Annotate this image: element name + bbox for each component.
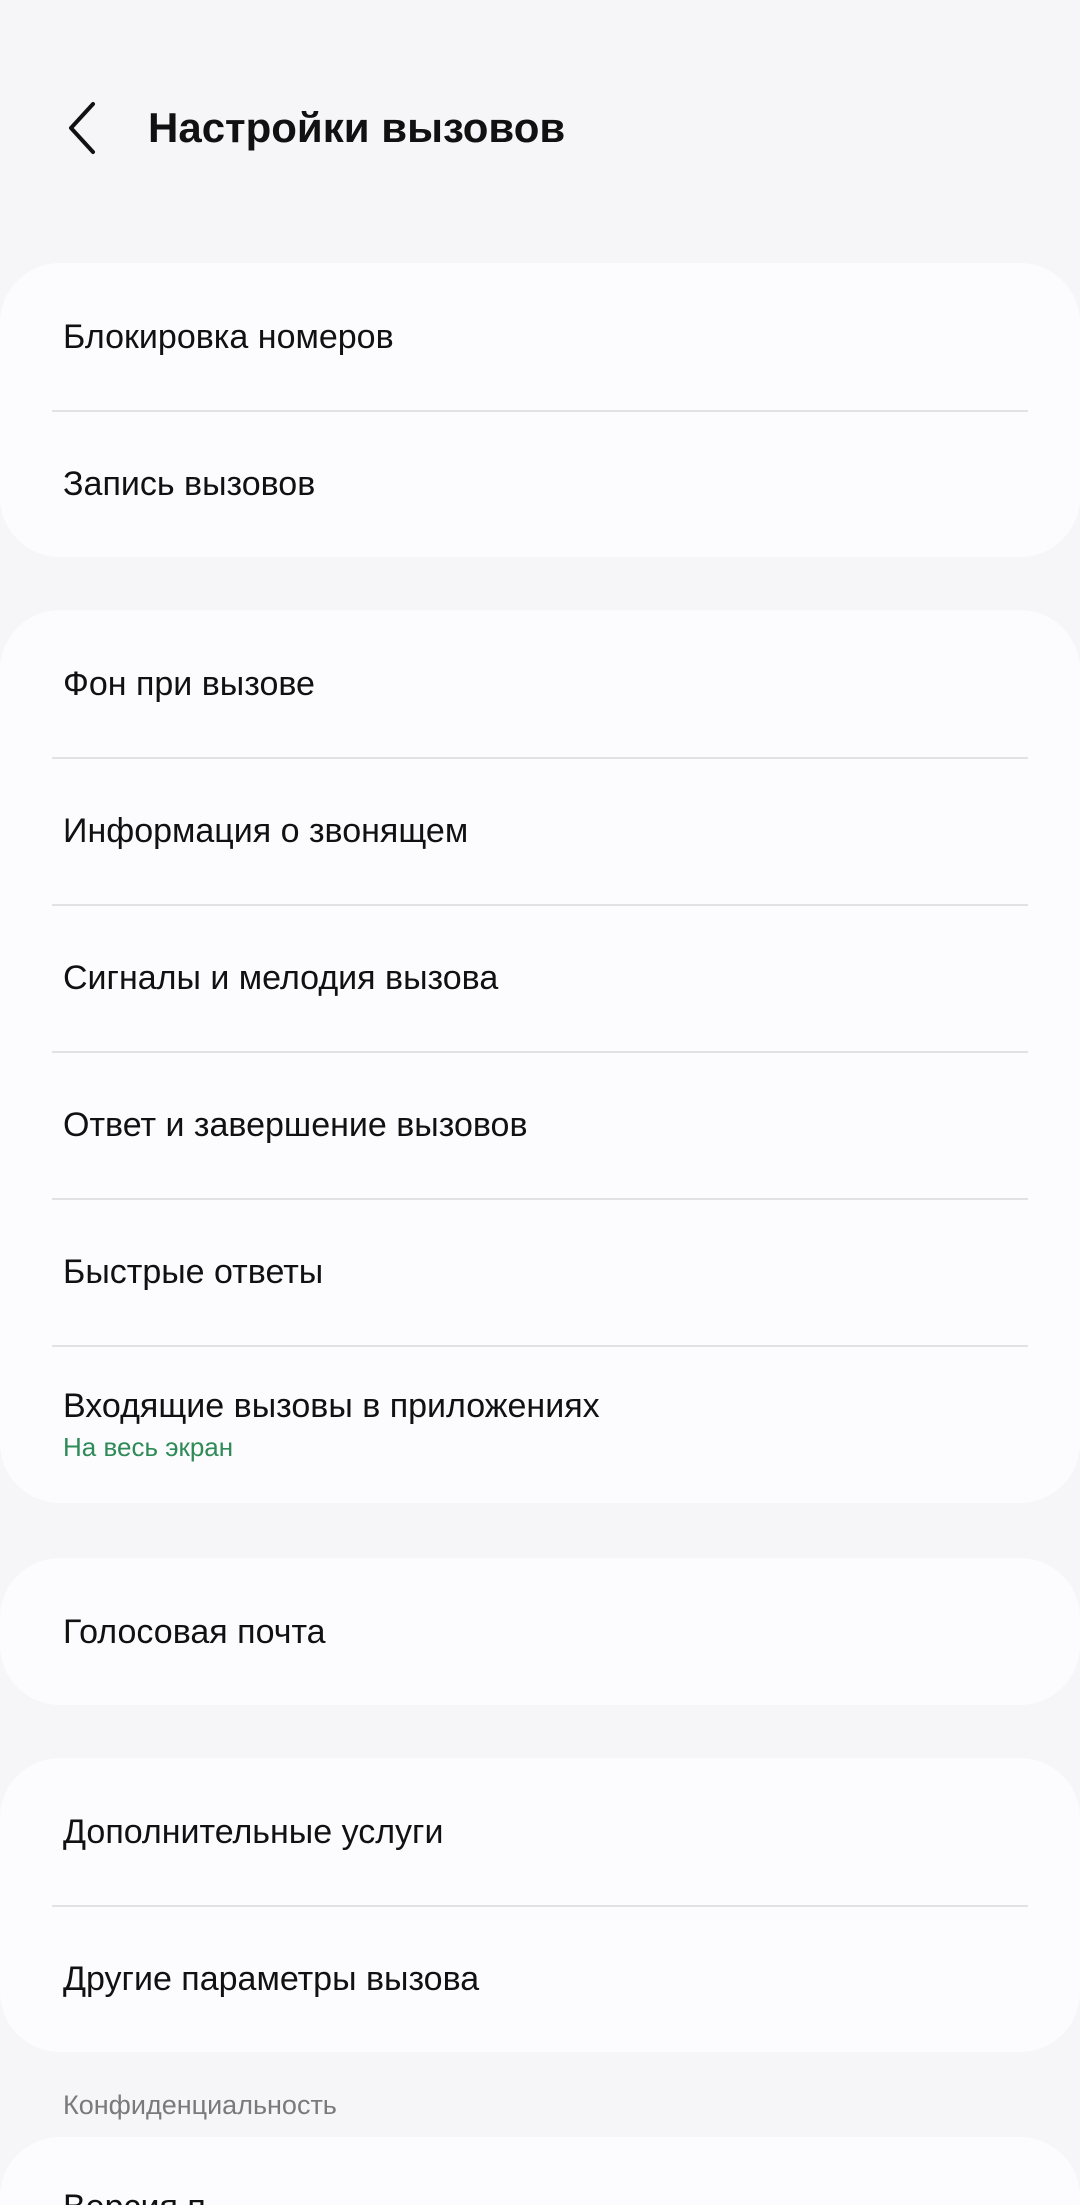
call-settings-screen: Настройки вызовов Блокировка номеров Зап… [0,0,1080,2205]
item-caller-info[interactable]: Информация о звонящем [0,757,1080,904]
item-quick-replies[interactable]: Быстрые ответы [0,1198,1080,1345]
item-incoming-calls-in-apps[interactable]: Входящие вызовы в приложениях На весь эк… [0,1345,1080,1503]
item-label: Информация о звонящем [63,811,469,850]
item-status-value: На весь экран [63,1432,234,1462]
item-label: Входящие вызовы в приложениях [63,1387,600,1425]
item-label: Другие параметры вызова [63,1959,480,1998]
item-label: Запись вызовов [63,464,316,503]
section-header-privacy: Конфиденциальность [63,2090,337,2120]
settings-group-blocking: Блокировка номеров Запись вызовов [0,263,1080,557]
item-supplementary-services[interactable]: Дополнительные услуги [0,1758,1080,1905]
item-answer-end-calls[interactable]: Ответ и завершение вызовов [0,1051,1080,1198]
item-privacy-partial[interactable]: Версия п [0,2137,1080,2205]
item-block-numbers[interactable]: Блокировка номеров [0,263,1080,410]
page-title: Настройки вызовов [148,104,566,151]
item-label: Фон при вызове [63,664,315,703]
item-label: Версия п [63,2185,206,2205]
back-button[interactable] [52,96,112,160]
item-signals-ringtone[interactable]: Сигналы и мелодия вызова [0,904,1080,1051]
settings-group-privacy: Версия п [0,2137,1080,2205]
item-label: Ответ и завершение вызовов [63,1105,528,1144]
item-call-background[interactable]: Фон при вызове [0,610,1080,757]
item-label: Дополнительные услуги [63,1812,444,1851]
chevron-left-icon [69,102,95,154]
item-other-call-settings[interactable]: Другие параметры вызова [0,1905,1080,2052]
item-label: Быстрые ответы [63,1252,324,1291]
settings-group-call-display: Фон при вызове Информация о звонящем Сиг… [0,610,1080,1503]
item-label: Блокировка номеров [63,317,394,356]
settings-group-voicemail: Голосовая почта [0,1558,1080,1705]
item-label: Голосовая почта [63,1612,326,1651]
app-header: Настройки вызовов [0,80,1080,176]
item-voicemail[interactable]: Голосовая почта [0,1558,1080,1705]
item-call-recording[interactable]: Запись вызовов [0,410,1080,557]
settings-group-additional: Дополнительные услуги Другие параметры в… [0,1758,1080,2052]
item-label: Сигналы и мелодия вызова [63,958,499,997]
